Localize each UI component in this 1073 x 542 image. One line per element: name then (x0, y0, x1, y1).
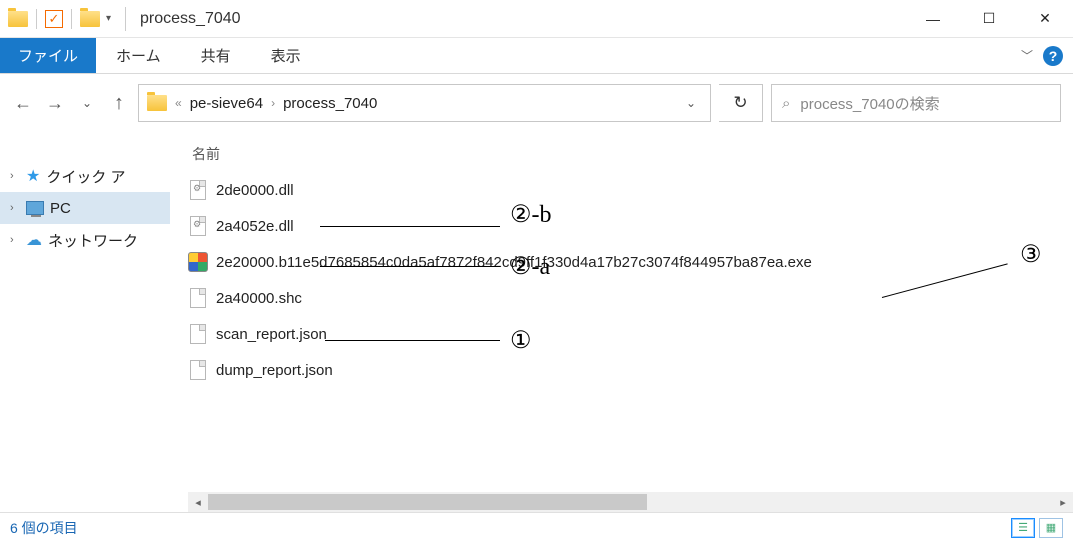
scroll-right-icon[interactable]: ▸ (1053, 496, 1073, 509)
tab-home[interactable]: ホーム (96, 38, 181, 73)
maximize-button[interactable]: ☐ (961, 0, 1017, 38)
body: › ★ クイック ア › PC › ☁ ネットワーク 名前 2de0000.dl… (0, 132, 1073, 512)
dll-icon (188, 216, 208, 236)
ribbon: ファイル ホーム 共有 表示 ﹀ ? (0, 38, 1073, 74)
titlebar: ✓ ▾ process_7040 — ☐ ✕ (0, 0, 1073, 38)
nav-row: ← → ⌄ ↑ « pe-sieve64 › process_7040 ⌄ ↻ … (0, 74, 1073, 132)
sidebar-item-label: ネットワーク (48, 230, 138, 251)
list-item[interactable]: 2e20000.b11e5d7685854c0da5af7872f842cd9f… (188, 244, 1073, 280)
forward-button[interactable]: → (44, 93, 66, 114)
address-dropdown-icon[interactable]: ⌄ (678, 96, 704, 110)
sidebar-item-label: PC (50, 200, 71, 217)
breadcrumb-segment[interactable]: process_7040 (283, 95, 377, 112)
qat-properties-icon[interactable]: ✓ (45, 10, 63, 28)
exe-icon (188, 252, 208, 272)
search-icon: ⌕ (782, 95, 790, 112)
nav-arrows: ← → ⌄ ↑ (12, 92, 130, 115)
expand-icon[interactable]: › (10, 170, 20, 182)
file-icon (188, 360, 208, 380)
folder-icon (147, 95, 167, 111)
scroll-thumb[interactable] (208, 494, 647, 510)
list-item[interactable]: dump_report.json (188, 352, 1073, 388)
file-name: 2de0000.dll (216, 182, 294, 199)
ribbon-collapse-icon[interactable]: ﹀ (1021, 47, 1033, 64)
folder-icon (80, 11, 100, 27)
file-tab[interactable]: ファイル (0, 38, 96, 73)
network-icon: ☁ (26, 230, 42, 250)
sidebar-item-quickaccess[interactable]: › ★ クイック ア (0, 160, 170, 192)
sidebar-item-pc[interactable]: › PC (0, 192, 170, 224)
status-bar: 6 個の項目 ☰ ▦ (0, 512, 1073, 542)
up-button[interactable]: ↑ (108, 92, 130, 115)
folder-icon (8, 11, 28, 27)
file-name: scan_report.json (216, 326, 327, 343)
refresh-button[interactable]: ↻ (719, 84, 763, 122)
thumbnails-view-icon[interactable]: ▦ (1039, 518, 1063, 538)
window-title: process_7040 (136, 10, 241, 28)
expand-icon[interactable]: › (10, 202, 20, 214)
file-name: 2a40000.shc (216, 290, 302, 307)
horizontal-scrollbar[interactable]: ◂ ▸ (188, 492, 1073, 512)
sidebar-item-label: クイック ア (46, 166, 125, 187)
list-item[interactable]: 2de0000.dll (188, 172, 1073, 208)
chevron-right-icon[interactable]: › (271, 96, 275, 110)
scroll-track[interactable] (208, 493, 1053, 511)
tab-view[interactable]: 表示 (251, 38, 321, 73)
search-placeholder: process_7040の検索 (800, 93, 939, 114)
tab-share[interactable]: 共有 (181, 38, 251, 73)
qat-dropdown-icon[interactable]: ▾ (102, 13, 115, 24)
close-button[interactable]: ✕ (1017, 0, 1073, 38)
star-icon: ★ (26, 166, 40, 186)
address-bar[interactable]: « pe-sieve64 › process_7040 ⌄ (138, 84, 711, 122)
minimize-button[interactable]: — (905, 0, 961, 38)
dll-icon (188, 180, 208, 200)
pc-icon (26, 201, 44, 215)
list-item[interactable]: 2a40000.shc (188, 280, 1073, 316)
back-button[interactable]: ← (12, 93, 34, 114)
nav-pane: › ★ クイック ア › PC › ☁ ネットワーク (0, 132, 170, 512)
file-icon (188, 324, 208, 344)
list-item[interactable]: 2a4052e.dll (188, 208, 1073, 244)
sidebar-item-network[interactable]: › ☁ ネットワーク (0, 224, 170, 256)
recent-dropdown-icon[interactable]: ⌄ (76, 96, 98, 110)
window-controls: — ☐ ✕ (905, 0, 1073, 38)
item-count: 6 個の項目 (10, 518, 78, 538)
search-box[interactable]: ⌕ process_7040の検索 (771, 84, 1061, 122)
help-icon[interactable]: ? (1043, 46, 1063, 66)
expand-icon[interactable]: › (10, 234, 20, 246)
content-area: 名前 2de0000.dll 2a4052e.dll 2e20000.b11e5… (170, 132, 1073, 512)
breadcrumb-segment[interactable]: pe-sieve64 (190, 95, 263, 112)
separator (125, 7, 126, 31)
view-switcher: ☰ ▦ (1011, 518, 1063, 538)
file-name: 2e20000.b11e5d7685854c0da5af7872f842cd9f… (216, 254, 812, 271)
file-name: 2a4052e.dll (216, 218, 294, 235)
address-prefix: « (175, 96, 182, 110)
separator (36, 9, 37, 29)
scroll-left-icon[interactable]: ◂ (188, 496, 208, 509)
file-list: 2de0000.dll 2a4052e.dll 2e20000.b11e5d76… (188, 172, 1073, 492)
details-view-icon[interactable]: ☰ (1011, 518, 1035, 538)
file-icon (188, 288, 208, 308)
list-item[interactable]: scan_report.json (188, 316, 1073, 352)
column-header-name[interactable]: 名前 (188, 132, 1073, 172)
quick-access-toolbar: ✓ ▾ (0, 9, 115, 29)
file-name: dump_report.json (216, 362, 333, 379)
separator (71, 9, 72, 29)
